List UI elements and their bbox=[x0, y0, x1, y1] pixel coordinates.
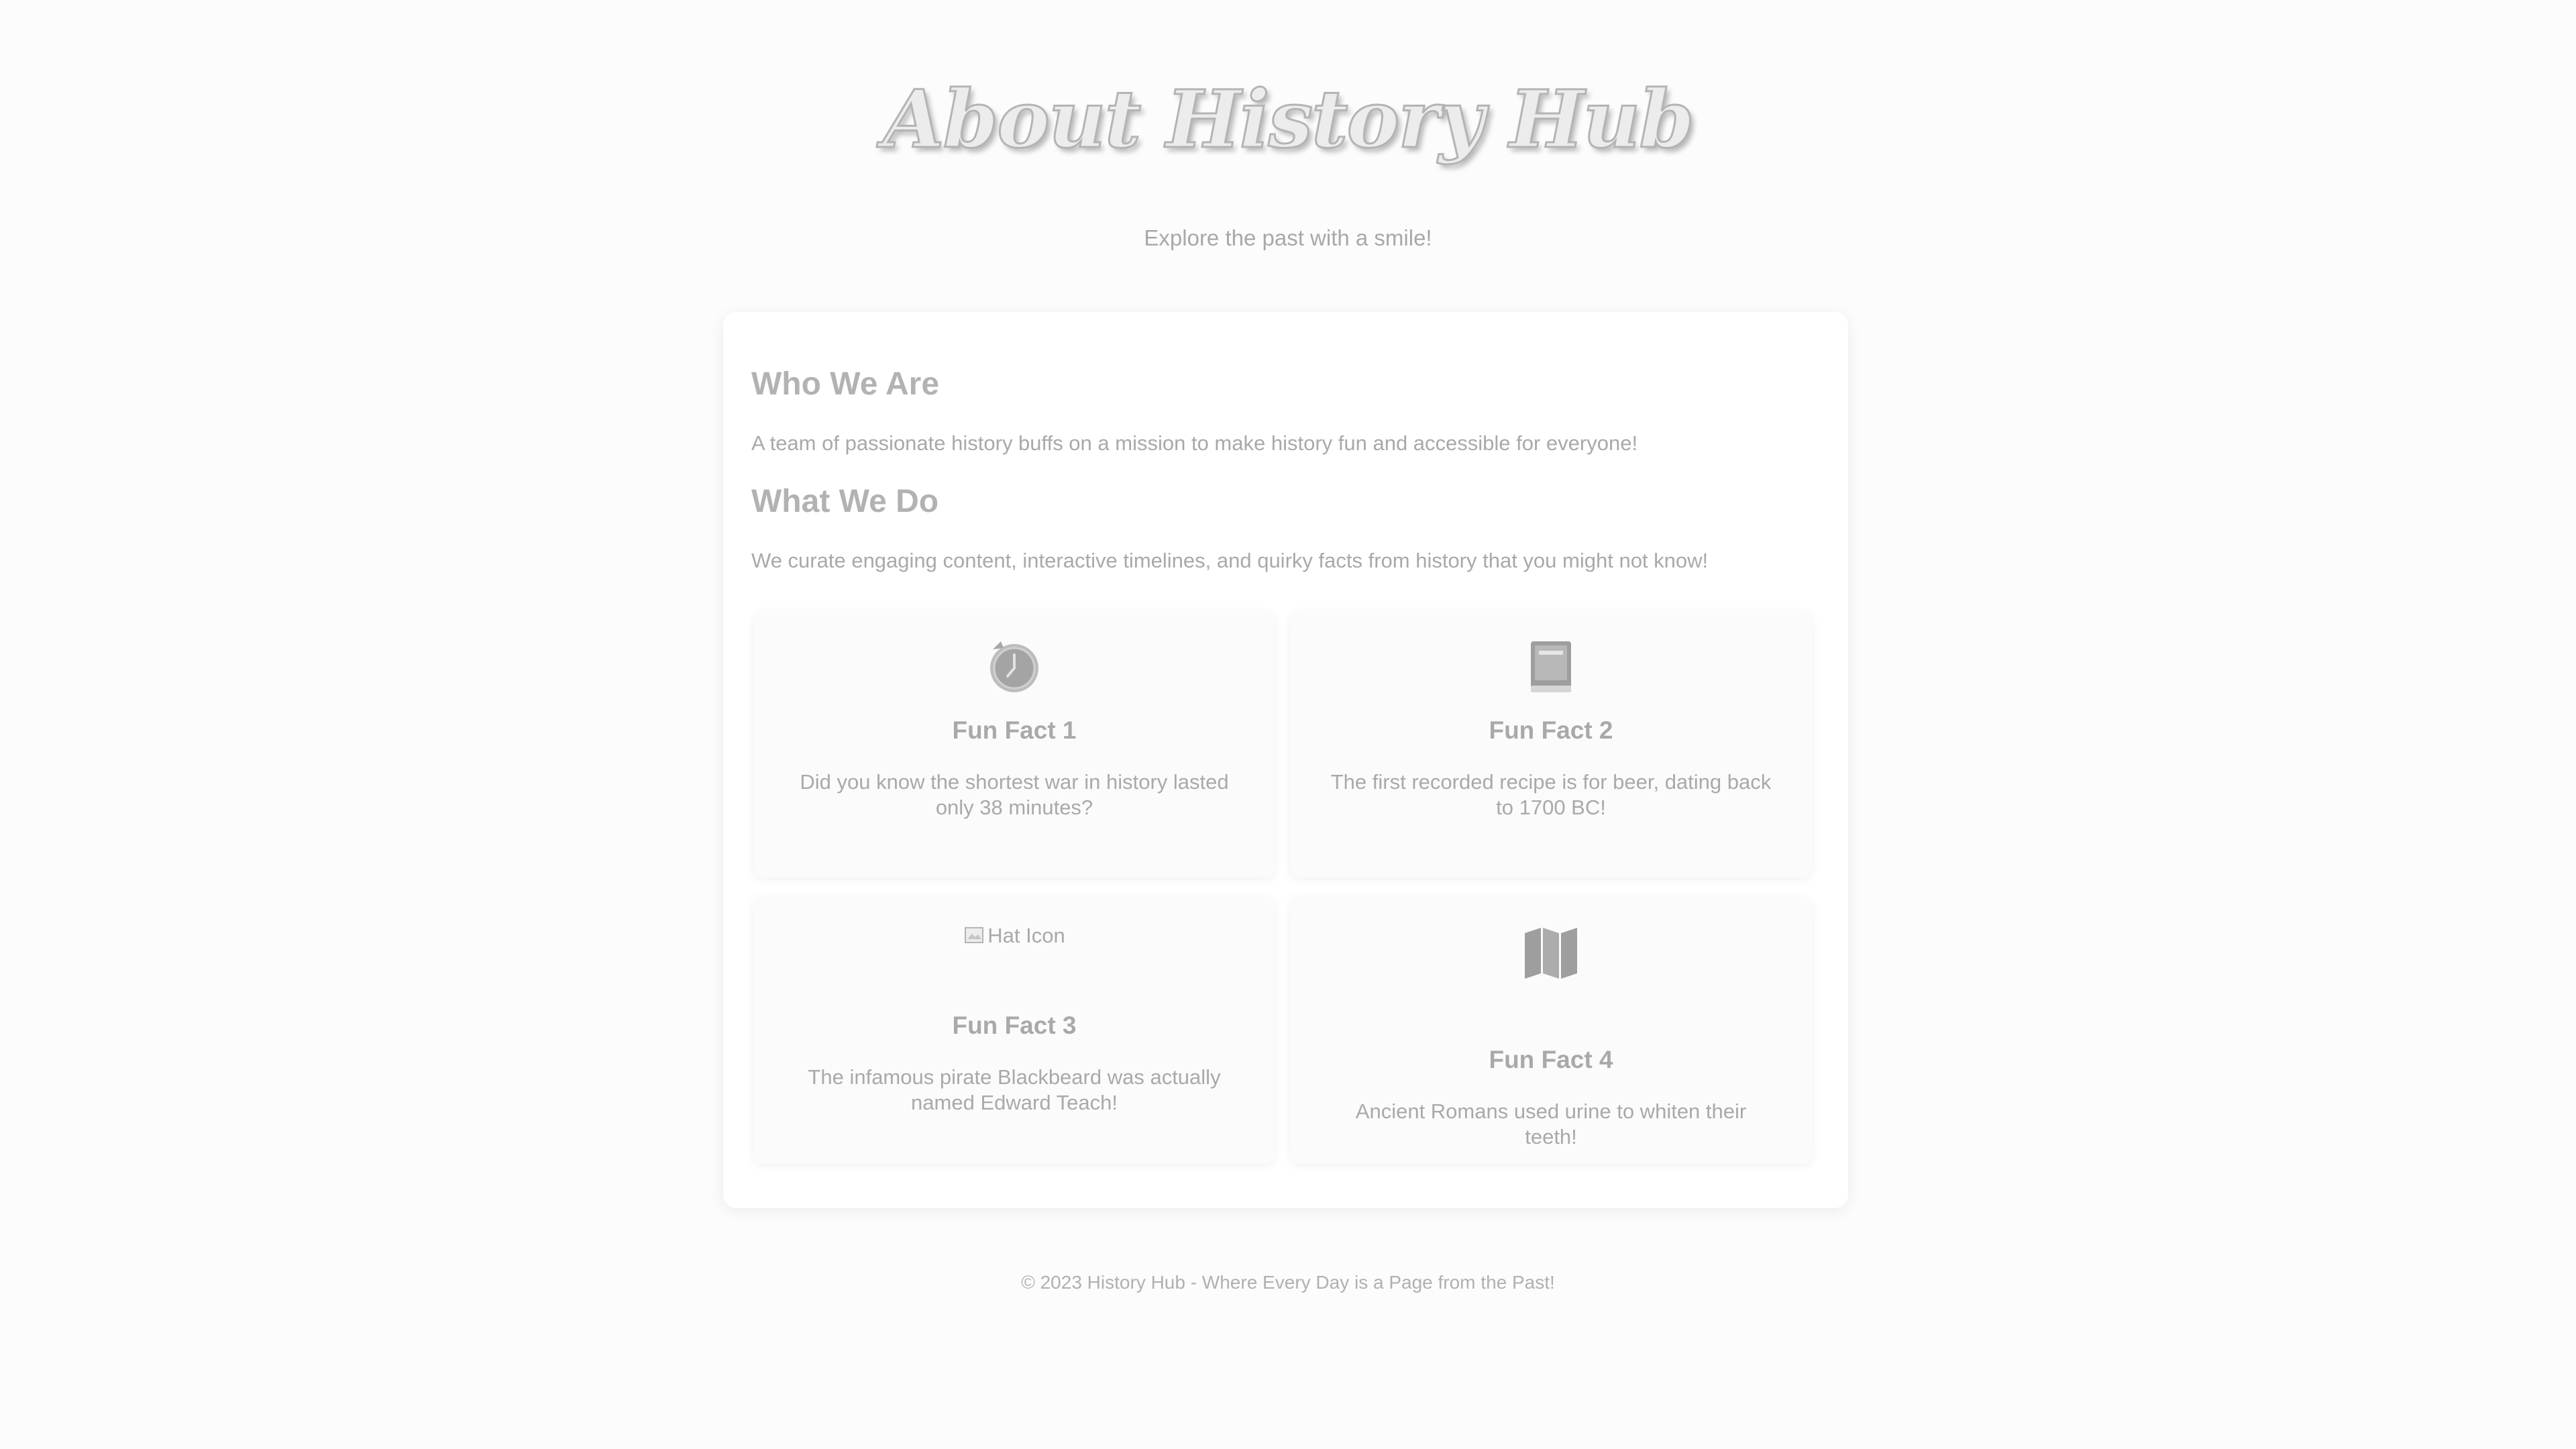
hat-icon-alt-text: Hat Icon bbox=[987, 924, 1065, 947]
fun-fact-title: Fun Fact 2 bbox=[1489, 716, 1613, 744]
book-icon bbox=[1290, 639, 1812, 695]
about-card: Who We Are A team of passionate history … bbox=[723, 312, 1848, 1208]
what-we-do-heading: What We Do bbox=[751, 484, 939, 519]
map-icon bbox=[1290, 924, 1812, 981]
what-we-do-text: We curate engaging content, interactive … bbox=[751, 549, 1709, 572]
fun-fact-text: Ancient Romans used urine to whiten thei… bbox=[1355, 1099, 1747, 1148]
who-we-are-text: A team of passionate history buffs on a … bbox=[751, 431, 1638, 455]
footer-text: © 2023 History Hub - Where Every Day is … bbox=[1021, 1272, 1555, 1293]
fun-fact-card-4: Fun Fact 4 Ancient Romans used urine to … bbox=[1290, 896, 1812, 1164]
fun-fact-title: Fun Fact 4 bbox=[1489, 1046, 1613, 1073]
about-page: About History Hub Explore the past with … bbox=[0, 0, 2576, 1449]
broken-image-icon bbox=[965, 927, 984, 943]
fun-fact-text: The first recorded recipe is for beer, d… bbox=[1330, 770, 1772, 819]
fun-fact-card-2: Fun Fact 2 The first recorded recipe is … bbox=[1290, 610, 1812, 877]
fun-fact-card-3: Hat Icon Fun Fact 3 The infamous pirate … bbox=[753, 896, 1275, 1164]
fun-fact-text: Did you know the shortest war in history… bbox=[800, 770, 1229, 819]
who-we-are-heading: Who We Are bbox=[751, 366, 940, 402]
tagline: Explore the past with a smile! bbox=[1144, 225, 1432, 250]
fun-fact-text: The infamous pirate Blackbeard was actua… bbox=[808, 1065, 1221, 1114]
clock-icon bbox=[753, 639, 1275, 695]
fun-fact-card-1: Fun Fact 1 Did you know the shortest war… bbox=[753, 610, 1275, 877]
fun-fact-title: Fun Fact 1 bbox=[952, 716, 1077, 744]
page-title: About History Hub bbox=[882, 72, 1696, 167]
fun-fact-title: Fun Fact 3 bbox=[952, 1012, 1077, 1039]
hat-icon: Hat Icon bbox=[753, 924, 1275, 948]
